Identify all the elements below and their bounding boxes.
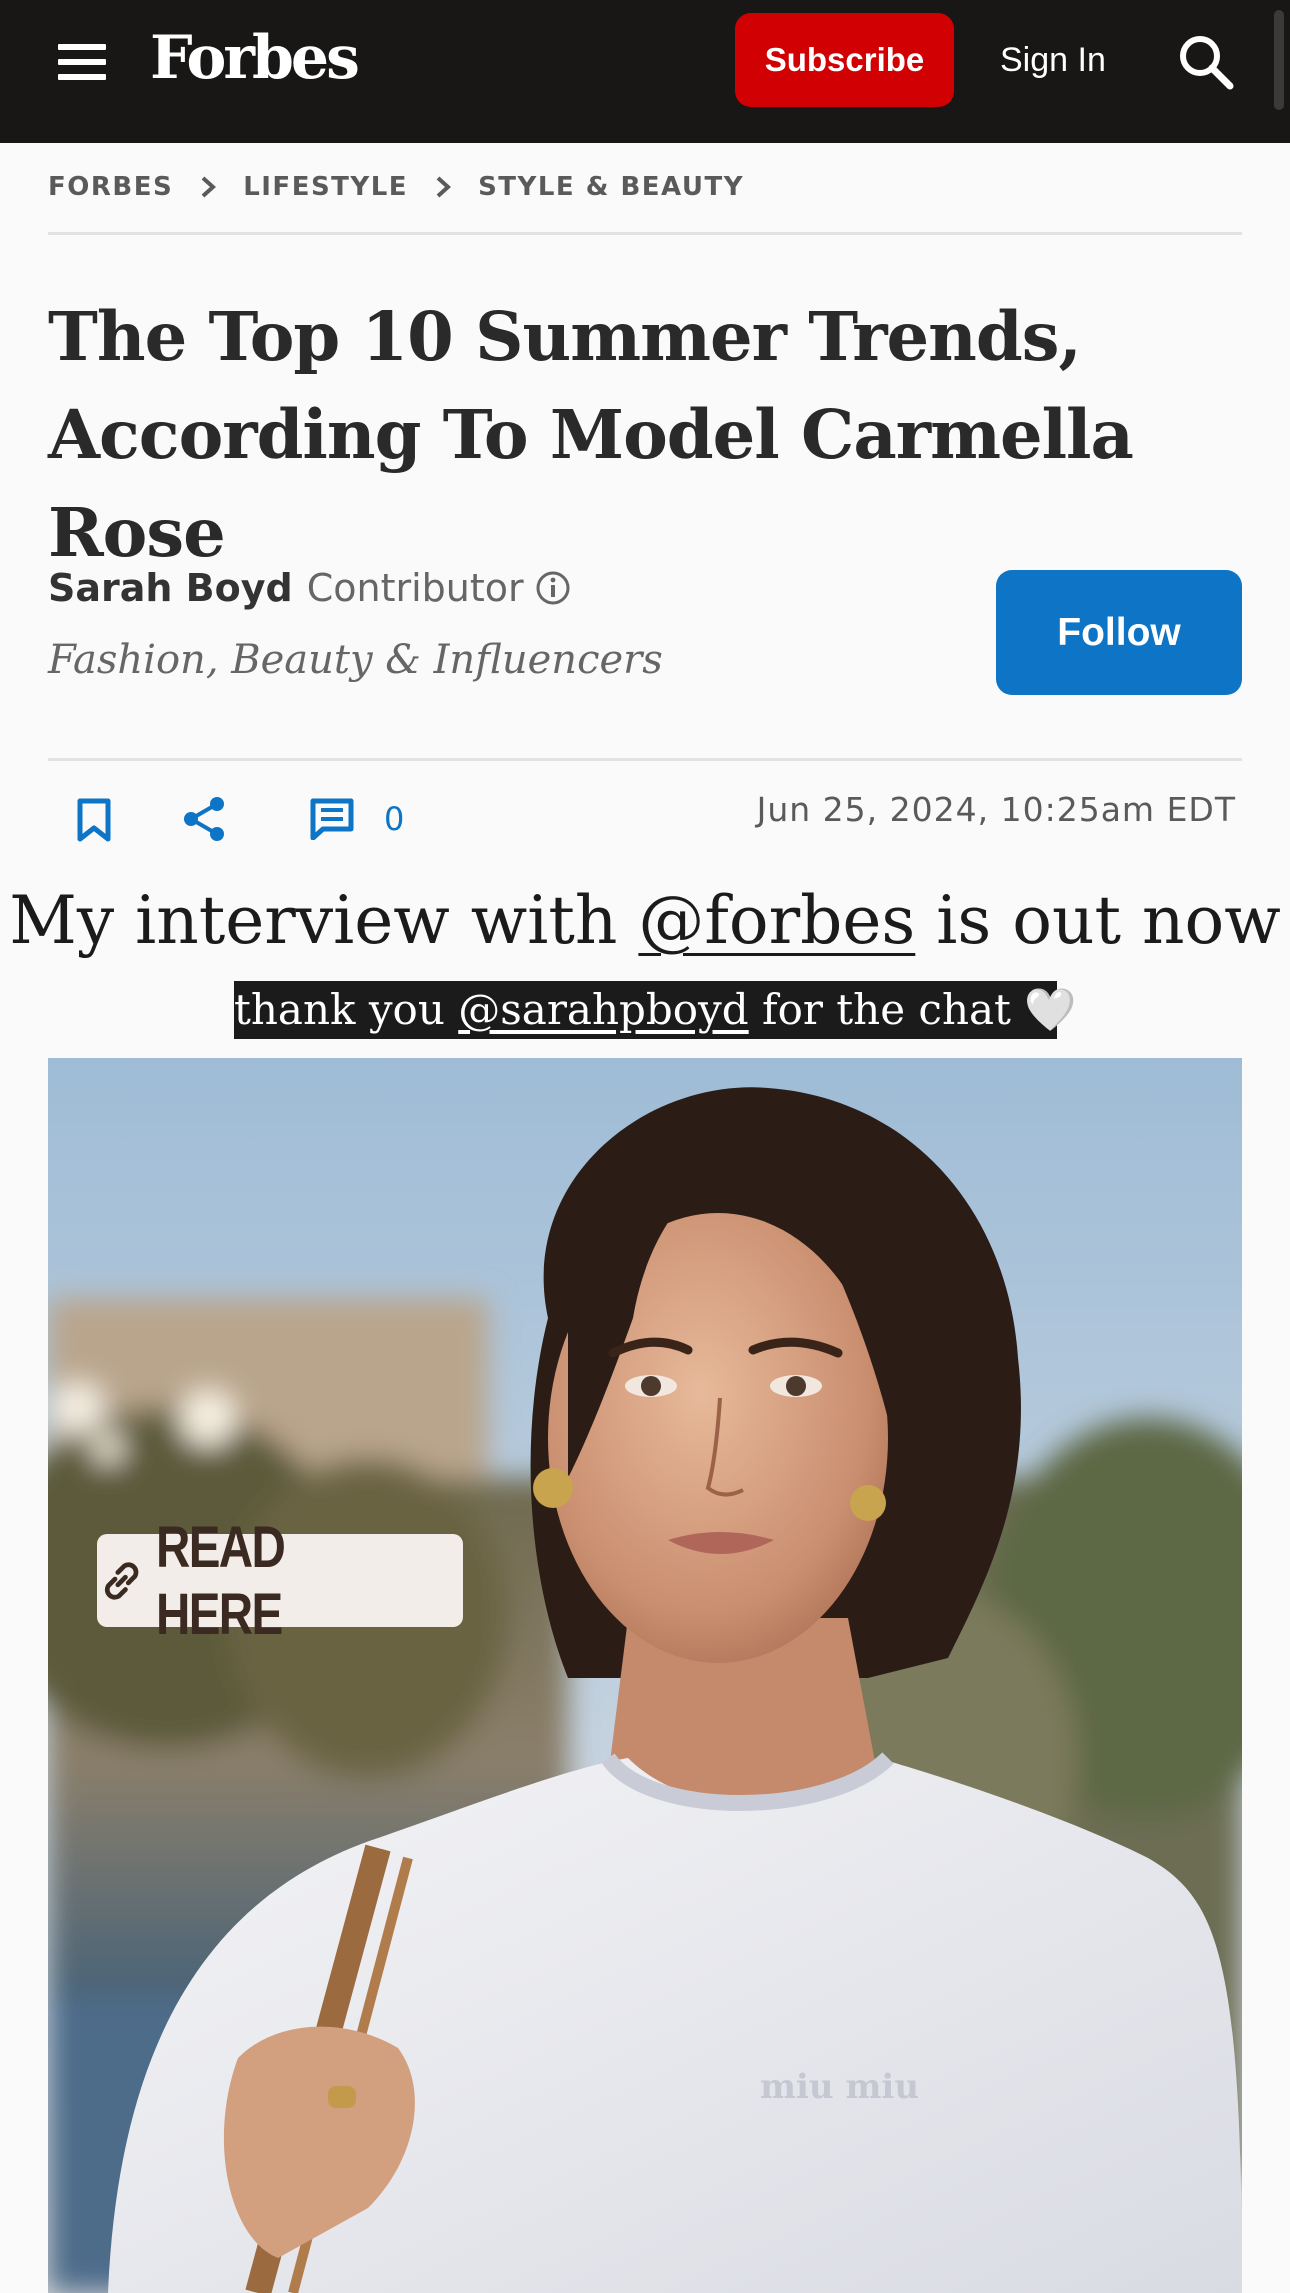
breadcrumb: FORBES LIFESTYLE STYLE & BEAUTY [48, 172, 744, 202]
portrait-photo: miu miu [48, 1058, 1242, 2293]
follow-button[interactable]: Follow [996, 570, 1242, 695]
subscribe-button[interactable]: Subscribe [735, 13, 954, 107]
author-byline: Sarah Boyd Contributor [48, 562, 572, 614]
read-here-link-sticker[interactable]: READ HERE [97, 1515, 463, 1647]
menu-icon[interactable] [58, 44, 108, 80]
article-title: The Top 10 Summer Trends, According To M… [48, 288, 1242, 582]
comment-count[interactable]: 0 [384, 800, 404, 838]
publish-date: Jun 25, 2024, 10:25am EDT [756, 790, 1236, 829]
forbes-logo[interactable]: Forbes [150, 18, 360, 98]
story-caption-line-1: My interview with @forbes is out now [0, 876, 1290, 966]
author-mention-link[interactable]: @sarahpboyd [458, 985, 748, 1034]
sign-in-link[interactable]: Sign In [1000, 36, 1106, 84]
top-bar: Forbes Subscribe Sign In [0, 0, 1290, 143]
story-caption-line-2: thank you @sarahpboyd for the chat 🤍 [234, 981, 1077, 1039]
link-icon [104, 1561, 139, 1600]
chevron-right-icon [201, 176, 217, 198]
caption-text: thank you [234, 985, 459, 1034]
scrollbar[interactable] [1274, 10, 1284, 110]
search-icon[interactable] [1176, 32, 1236, 92]
title-line-2: According To Model Carmella Rose [48, 395, 1134, 572]
svg-text:miu miu: miu miu [760, 2067, 919, 2107]
breadcrumb-item-forbes[interactable]: FORBES [48, 172, 173, 202]
share-icon[interactable] [182, 796, 226, 842]
forbes-mention-link[interactable]: @forbes [638, 882, 915, 959]
chevron-right-icon [436, 176, 452, 198]
divider [48, 232, 1242, 235]
bookmark-icon[interactable] [76, 798, 112, 842]
breadcrumb-item-style-beauty[interactable]: STYLE & BEAUTY [478, 172, 744, 202]
breadcrumb-item-lifestyle[interactable]: LIFESTYLE [243, 172, 408, 202]
read-here-label: READ HERE [156, 1514, 286, 1647]
info-icon[interactable] [534, 569, 572, 607]
author-name[interactable]: Sarah Boyd [48, 562, 293, 614]
divider [48, 758, 1242, 761]
author-beat: Fashion, Beauty & Influencers [48, 637, 663, 683]
comment-icon[interactable] [310, 798, 354, 840]
caption-text: My interview with [9, 882, 639, 959]
title-line-1: The Top 10 Summer Trends, [48, 297, 1082, 376]
article-hero-image: miu miu READ HERE [48, 1058, 1242, 2293]
author-role: Contributor [306, 566, 524, 610]
caption-text: is out now [915, 882, 1281, 959]
caption-text: for the chat 🤍 [748, 985, 1077, 1034]
